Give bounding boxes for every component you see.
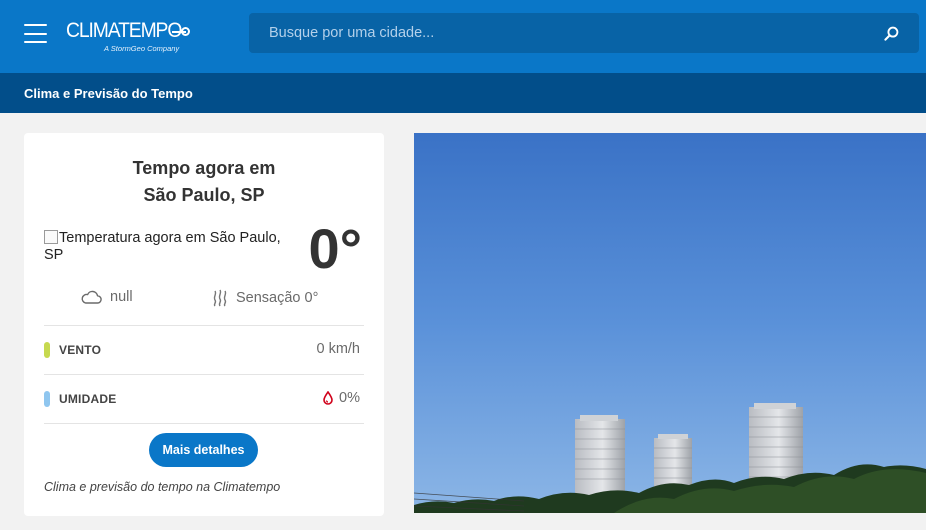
wind-row: VENTO 0 km/h <box>44 338 364 362</box>
wind-label: VENTO <box>59 343 102 357</box>
divider <box>44 325 364 326</box>
wind-value: 0 km/h <box>316 341 360 357</box>
humidity-value: 0% <box>323 390 360 406</box>
logo-text: CLIMATEMPO <box>66 19 182 42</box>
broken-image-icon <box>44 230 58 244</box>
weather-image-broken: Temperatura agora em São Paulo, SP <box>44 230 304 264</box>
humidity-row: UMIDADE 0% <box>44 387 364 411</box>
city-skyline-photo <box>414 133 926 513</box>
search-box <box>249 13 919 53</box>
condition-item: null <box>80 289 133 305</box>
heat-waves-icon <box>213 289 227 307</box>
top-bar: CLIMATEMPO A StormGeo Company <box>0 0 926 73</box>
search-icon[interactable] <box>884 26 899 41</box>
search-input[interactable] <box>249 13 869 53</box>
card-title: Tempo agora em São Paulo, SP <box>24 155 384 209</box>
divider <box>44 423 364 424</box>
current-weather-card: Tempo agora em São Paulo, SP Temperatura… <box>24 133 384 516</box>
logo-subtitle: A StormGeo Company <box>104 44 180 53</box>
more-details-button[interactable]: Mais detalhes <box>149 433 258 467</box>
weather-image-alt: Temperatura agora em São Paulo, SP <box>44 230 281 263</box>
skyline-illustration <box>414 133 926 513</box>
card-title-city: São Paulo, SP <box>143 185 265 205</box>
card-title-line1: Tempo agora em <box>132 158 276 178</box>
breadcrumb-bar: Clima e Previsão do Tempo <box>0 73 926 113</box>
hamburger-menu-icon[interactable] <box>24 24 47 43</box>
wind-indicator <box>44 342 50 358</box>
humidity-label: UMIDADE <box>59 392 117 406</box>
feels-like-item: Sensação 0° <box>212 289 318 307</box>
card-footer-text: Clima e previsão do tempo na Climatempo <box>44 480 281 494</box>
cloud-icon <box>81 290 102 304</box>
breadcrumb[interactable]: Clima e Previsão do Tempo <box>24 86 193 101</box>
divider <box>44 374 364 375</box>
condition-row: null Sensação 0° <box>44 289 364 313</box>
condition-text: null <box>110 289 133 305</box>
climatempo-logo[interactable]: CLIMATEMPO A StormGeo Company <box>66 19 196 57</box>
feels-like-text: Sensação 0° <box>236 290 319 306</box>
current-temperature: 0° <box>308 217 362 280</box>
water-drop-icon <box>323 391 333 405</box>
humidity-indicator <box>44 391 50 407</box>
